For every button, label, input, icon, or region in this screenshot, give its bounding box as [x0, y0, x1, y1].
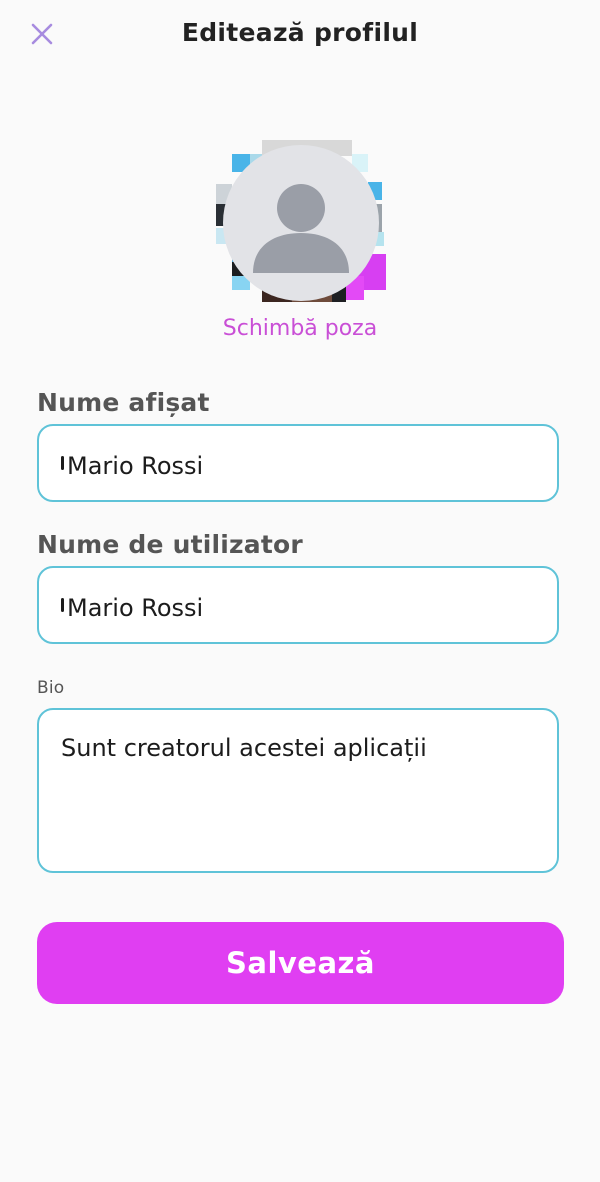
bio-textarea[interactable]: Sunt creatorul acestei aplicații — [37, 708, 559, 873]
change-photo-link[interactable]: Schimbă poza — [0, 316, 600, 341]
username-field[interactable]: Mario Rossi — [37, 566, 559, 644]
page-title: Editează profilul — [181, 18, 419, 47]
display-name-label: Nume afișat — [37, 388, 210, 417]
bio-label: Bio — [37, 678, 65, 698]
username-value: Mario Rossi — [67, 594, 204, 622]
username-value-wrap: Mario Rossi — [61, 594, 203, 622]
user-avatar-icon — [253, 184, 349, 273]
avatar[interactable] — [212, 136, 388, 306]
display-name-field[interactable]: Mario Rossi — [37, 424, 559, 502]
save-button[interactable]: Salvează — [37, 922, 564, 1004]
text-cursor — [61, 598, 64, 612]
display-name-value-wrap: Mario Rossi — [61, 452, 203, 480]
username-label: Nume de utilizator — [37, 530, 303, 559]
display-name-value: Mario Rossi — [67, 452, 204, 480]
edit-profile-screen: Editează profilul Schimbă poza Nume afiș… — [0, 0, 600, 1182]
text-cursor — [61, 456, 64, 470]
bio-value: Sunt creatorul acestei aplicații — [61, 734, 427, 762]
avatar-circle — [223, 145, 379, 301]
